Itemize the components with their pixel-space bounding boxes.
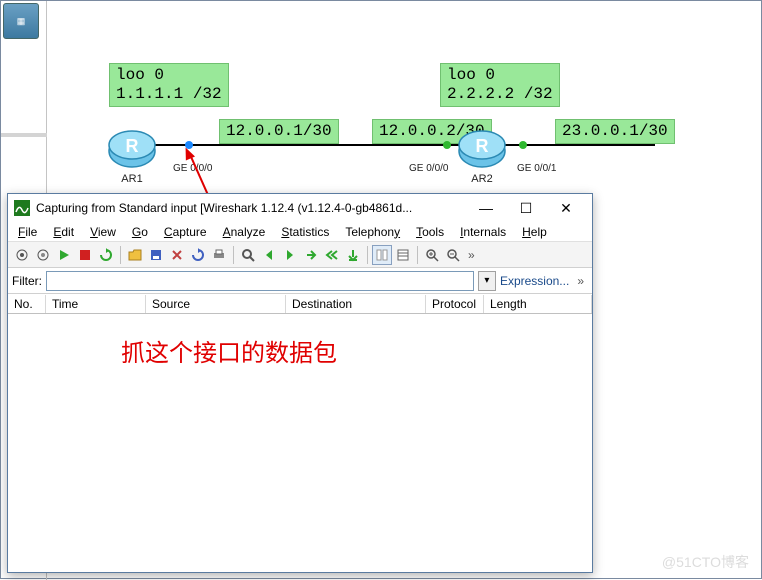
menu-edit[interactable]: Edit (47, 224, 80, 240)
tb-find-icon[interactable] (238, 245, 258, 265)
iface-label-ar2-ge0: GE 0/0/0 (409, 163, 448, 174)
sidebar-separator (1, 135, 47, 137)
wireshark-menubar: File Edit View Go Capture Analyze Statis… (8, 222, 592, 242)
iface-label-ar2-ge1: GE 0/0/1 (517, 163, 556, 174)
tb-forward-icon[interactable] (280, 245, 300, 265)
label-ar2-loopback: loo 0 2.2.2.2 /32 (440, 63, 560, 107)
router-ar1[interactable]: R (107, 123, 157, 173)
wireshark-toolbar: » (8, 242, 592, 268)
wireshark-icon (14, 200, 30, 216)
router-ar1-label: AR1 (107, 173, 157, 185)
tb-save-icon[interactable] (146, 245, 166, 265)
tb-options-icon[interactable] (33, 245, 53, 265)
tb-back-icon[interactable] (259, 245, 279, 265)
col-protocol[interactable]: Protocol (426, 295, 484, 313)
toolbar-overflow-icon[interactable]: » (464, 248, 479, 262)
menu-help[interactable]: Help (516, 224, 553, 240)
tb-restart-icon[interactable] (96, 245, 116, 265)
label-ar1-ge0-ip: 12.0.0.1/30 (219, 119, 339, 144)
port-dot-ar2-ge1[interactable] (519, 141, 527, 149)
tb-zoom-in-icon[interactable] (422, 245, 442, 265)
tb-start-icon[interactable] (54, 245, 74, 265)
tb-interfaces-icon[interactable] (12, 245, 32, 265)
toolbar-separator (120, 246, 121, 264)
device-palette-icon[interactable]: ▦ (3, 3, 39, 39)
label-ar1-loopback: loo 0 1.1.1.1 /32 (109, 63, 229, 107)
col-length[interactable]: Length (484, 295, 592, 313)
menu-tools[interactable]: Tools (410, 224, 450, 240)
packet-list-header: No. Time Source Destination Protocol Len… (8, 294, 592, 314)
window-minimize-button[interactable]: — (466, 197, 506, 219)
menu-internals[interactable]: Internals (454, 224, 512, 240)
tb-goto-icon[interactable] (301, 245, 321, 265)
tb-colorize-icon[interactable] (372, 245, 392, 265)
menu-file[interactable]: File (12, 224, 43, 240)
wireshark-filter-bar: Filter: ▾ Expression... » (8, 268, 592, 294)
wireshark-titlebar[interactable]: Capturing from Standard input [Wireshark… (8, 194, 592, 222)
tb-zoom-out-icon[interactable] (443, 245, 463, 265)
tb-autoscroll-icon[interactable] (393, 245, 413, 265)
menu-capture[interactable]: Capture (158, 224, 213, 240)
tb-reload-icon[interactable] (188, 245, 208, 265)
menu-statistics[interactable]: Statistics (275, 224, 335, 240)
filterbar-overflow-icon[interactable]: » (573, 274, 588, 288)
watermark-text: @51CTO博客 (662, 552, 749, 572)
router-ar2[interactable]: R (457, 123, 507, 173)
tb-last-icon[interactable] (343, 245, 363, 265)
svg-text:R: R (126, 136, 139, 156)
menu-go[interactable]: Go (126, 224, 154, 240)
tb-first-icon[interactable] (322, 245, 342, 265)
expression-link[interactable]: Expression... (500, 274, 569, 288)
menu-analyze[interactable]: Analyze (217, 224, 272, 240)
link-line (153, 144, 655, 146)
wireshark-title-text: Capturing from Standard input [Wireshark… (36, 201, 466, 215)
label-ar2-ge1-ip: 23.0.0.1/30 (555, 119, 675, 144)
filter-label: Filter: (12, 274, 42, 288)
tb-open-icon[interactable] (125, 245, 145, 265)
menu-view[interactable]: View (84, 224, 122, 240)
window-maximize-button[interactable]: ☐ (506, 197, 546, 219)
wireshark-window: Capturing from Standard input [Wireshark… (7, 193, 593, 573)
router-ar2-label: AR2 (457, 173, 507, 185)
filter-dropdown-button[interactable]: ▾ (478, 271, 496, 291)
tb-close-file-icon[interactable] (167, 245, 187, 265)
tb-stop-icon[interactable] (75, 245, 95, 265)
toolbar-separator (417, 246, 418, 264)
col-time[interactable]: Time (46, 295, 146, 313)
toolbar-separator (233, 246, 234, 264)
annotation-text: 抓这个接口的数据包 (121, 333, 337, 368)
topology-canvas[interactable]: loo 0 1.1.1.1 /32 12.0.0.1/30 loo 0 2.2.… (47, 1, 761, 191)
toolbar-separator (367, 246, 368, 264)
filter-input[interactable] (46, 271, 474, 291)
svg-text:R: R (476, 136, 489, 156)
port-dot-ar2-ge0[interactable] (443, 141, 451, 149)
tb-print-icon[interactable] (209, 245, 229, 265)
window-close-button[interactable]: ✕ (546, 197, 586, 219)
col-no[interactable]: No. (8, 295, 46, 313)
menu-telephony[interactable]: Telephony (339, 224, 406, 240)
col-destination[interactable]: Destination (286, 295, 426, 313)
col-source[interactable]: Source (146, 295, 286, 313)
